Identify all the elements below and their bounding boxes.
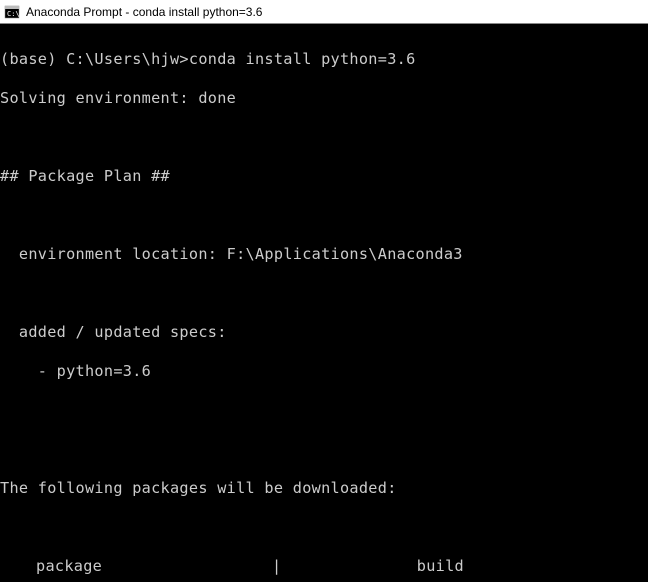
command-text: conda install python=3.6 — [189, 50, 416, 68]
blank-line — [0, 284, 648, 304]
spec-item: - python=3.6 — [0, 362, 648, 382]
blank-line — [0, 128, 648, 148]
prompt-line: (base) C:\Users\hjw>conda install python… — [0, 50, 648, 70]
svg-text:C:\: C:\ — [7, 10, 20, 18]
app-icon: C:\ — [4, 4, 20, 20]
window-title: Anaconda Prompt - conda install python=3… — [26, 5, 262, 19]
prompt-path: (base) C:\Users\hjw> — [0, 50, 189, 68]
terminal-output[interactable]: (base) C:\Users\hjw>conda install python… — [0, 24, 648, 582]
solving-line: Solving environment: done — [0, 89, 648, 109]
blank-line — [0, 518, 648, 538]
col-size-header — [472, 557, 602, 577]
blank-line — [0, 440, 648, 460]
col-build-header: build — [282, 557, 472, 577]
plan-header: ## Package Plan ## — [0, 167, 648, 187]
col-package-header: package — [0, 557, 272, 577]
env-location-label: environment location: — [0, 245, 227, 263]
env-location-line: environment location: F:\Applications\An… — [0, 245, 648, 265]
env-location-value: F:\Applications\Anaconda3 — [227, 245, 463, 263]
col-divider: | — [272, 557, 282, 577]
window-titlebar: C:\ Anaconda Prompt - conda install pyth… — [0, 0, 648, 24]
download-header: The following packages will be downloade… — [0, 479, 648, 499]
table-header-row: package|build — [0, 557, 648, 577]
blank-line — [0, 401, 648, 421]
specs-header: added / updated specs: — [0, 323, 648, 343]
blank-line — [0, 206, 648, 226]
